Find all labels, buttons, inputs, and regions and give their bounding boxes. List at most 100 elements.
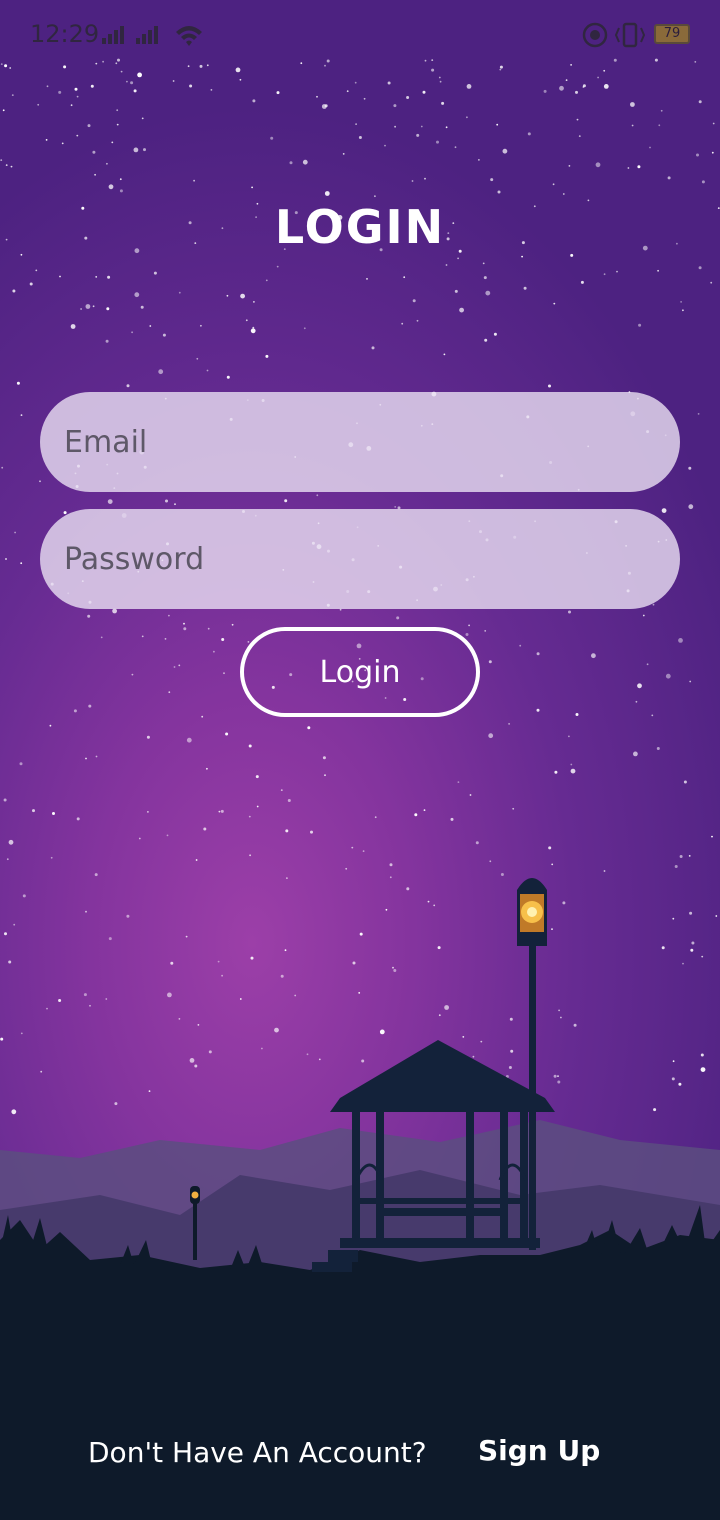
star <box>131 331 134 334</box>
star <box>193 179 196 182</box>
star <box>35 269 38 272</box>
star <box>443 353 446 356</box>
vibrate-icon <box>614 22 646 48</box>
star <box>255 775 259 779</box>
star <box>394 125 396 128</box>
star <box>576 118 579 121</box>
star <box>489 860 492 863</box>
star <box>165 499 168 503</box>
star <box>32 809 35 813</box>
star <box>134 292 140 298</box>
star <box>480 1040 483 1043</box>
star <box>345 867 348 870</box>
star <box>149 325 152 327</box>
star <box>582 86 585 88</box>
star <box>575 713 579 716</box>
wifi-icon <box>176 26 202 46</box>
star <box>633 751 638 757</box>
star <box>111 141 114 144</box>
star <box>568 735 570 738</box>
star <box>166 834 169 837</box>
star <box>557 1075 559 1077</box>
star <box>168 691 171 694</box>
signup-link[interactable]: Sign Up <box>478 1434 600 1467</box>
login-screen: 12:29 79 LOGIN Login Don't Have An Accou… <box>0 0 720 1520</box>
star <box>280 974 284 978</box>
star <box>249 854 252 857</box>
star <box>173 666 176 668</box>
star <box>289 161 293 165</box>
star <box>652 603 655 606</box>
email-field[interactable] <box>40 392 680 492</box>
star <box>303 327 306 330</box>
star <box>318 1058 321 1061</box>
star <box>548 384 551 388</box>
star <box>287 799 291 802</box>
star <box>5 558 7 560</box>
star <box>153 271 157 275</box>
star <box>130 81 134 85</box>
star <box>454 146 457 149</box>
star <box>284 949 287 952</box>
star <box>578 135 581 138</box>
star <box>438 76 441 79</box>
status-time: 12:29 <box>30 20 100 48</box>
signup-prompt: Don't Have An Account? <box>88 1436 427 1469</box>
star <box>251 186 254 189</box>
star <box>45 139 48 141</box>
star <box>231 623 234 626</box>
star <box>197 1024 200 1026</box>
star <box>186 737 192 743</box>
star <box>200 324 202 327</box>
star <box>239 998 242 1000</box>
star <box>436 140 439 144</box>
star <box>552 183 555 186</box>
star <box>119 189 123 193</box>
star <box>114 1102 118 1106</box>
star <box>358 992 361 994</box>
star <box>575 90 578 94</box>
star <box>355 123 357 125</box>
star <box>696 153 699 157</box>
star <box>510 1049 514 1053</box>
star <box>11 1109 17 1115</box>
star <box>164 638 167 640</box>
star <box>508 723 510 725</box>
star <box>245 319 248 322</box>
star <box>715 915 718 917</box>
star <box>92 305 95 308</box>
star <box>680 301 682 303</box>
star <box>665 673 671 679</box>
star <box>276 91 280 95</box>
login-button[interactable]: Login <box>240 627 480 717</box>
star <box>3 798 7 802</box>
star <box>688 855 691 857</box>
star <box>183 627 187 631</box>
star <box>4 932 7 936</box>
star <box>218 810 221 813</box>
star <box>85 910 87 913</box>
star <box>106 162 108 165</box>
star <box>92 150 96 154</box>
star <box>0 1037 4 1041</box>
star <box>420 125 423 128</box>
star <box>74 87 78 91</box>
star <box>523 286 527 290</box>
star <box>457 257 459 260</box>
star <box>710 281 713 284</box>
star <box>500 873 504 876</box>
star <box>19 762 23 766</box>
star <box>339 608 342 611</box>
star <box>206 369 209 372</box>
star <box>40 1070 43 1073</box>
star <box>105 998 108 1000</box>
star <box>521 255 523 258</box>
star <box>76 817 80 821</box>
star <box>170 961 174 965</box>
star <box>220 809 224 813</box>
star <box>95 276 98 278</box>
star <box>70 324 76 329</box>
password-field[interactable] <box>40 509 680 609</box>
star <box>438 1014 441 1017</box>
star <box>679 855 683 858</box>
